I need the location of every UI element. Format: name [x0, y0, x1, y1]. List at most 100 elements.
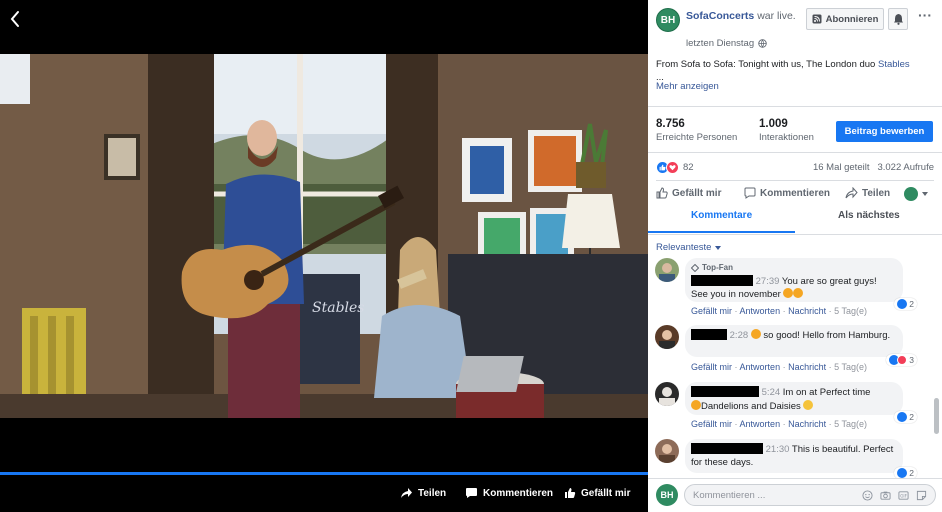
follow-label: Abonnieren: [825, 13, 879, 25]
post-body-text: From Sofa to Sofa: Tonight with us, The …: [656, 59, 878, 70]
comment-message-link[interactable]: Nachricht: [788, 419, 826, 429]
comment-like-link[interactable]: Gefällt mir: [691, 306, 732, 316]
commenter-avatar[interactable]: [655, 258, 679, 282]
comment-timestamp[interactable]: 27:39: [756, 276, 780, 287]
chevron-down-icon: [922, 192, 928, 196]
smile-emoji-icon: [803, 399, 814, 410]
comment-item: Top-Fan 27:39 You are so great guys! See…: [655, 258, 917, 318]
video-like-label: Gefällt mir: [581, 487, 631, 499]
shares-count[interactable]: 16 Mal geteilt: [813, 162, 870, 173]
redacted-name: [691, 443, 763, 454]
divider: [656, 180, 934, 181]
chevron-down-icon: [715, 245, 722, 250]
globe-icon: [758, 39, 767, 48]
comment-reaction-count[interactable]: 2: [894, 298, 917, 310]
commenter-avatar[interactable]: [655, 382, 679, 406]
post-timestamp[interactable]: letzten Dienstag: [686, 38, 754, 49]
composer-avatar[interactable]: BH: [656, 484, 678, 506]
comment-item: 5:24 Im on at Perfect time Dandelions an…: [655, 382, 917, 434]
comment-bubble-icon: [466, 488, 477, 498]
like-reaction-icon: [897, 412, 908, 422]
reaction-number: 3: [909, 355, 914, 365]
comment-reaction-count[interactable]: 2: [894, 411, 917, 423]
sticker-icon[interactable]: [916, 490, 927, 501]
comment-age[interactable]: 5 Tag(e): [834, 362, 867, 372]
comment-like-link[interactable]: Gefällt mir: [691, 362, 732, 372]
commenter-avatar[interactable]: [655, 325, 679, 349]
like-button[interactable]: Gefällt mir: [656, 187, 721, 199]
video-frame[interactable]: Stables: [0, 54, 648, 418]
comment-message-link[interactable]: Nachricht: [788, 306, 826, 316]
page-avatar[interactable]: BH: [656, 8, 680, 32]
badge-label: Top-Fan: [702, 263, 733, 272]
follow-button[interactable]: Abonnieren: [806, 8, 884, 30]
comments-scrollbar[interactable]: [934, 398, 939, 434]
top-fan-badge: Top-Fan: [691, 262, 895, 275]
camera-icon[interactable]: [880, 490, 891, 501]
bell-icon: [893, 14, 903, 25]
commenter-avatar[interactable]: [655, 439, 679, 463]
comment-timestamp[interactable]: 5:24: [762, 387, 781, 398]
divider: [648, 106, 942, 107]
progress-bar[interactable]: [0, 472, 648, 475]
video-share-label: Teilen: [418, 487, 447, 499]
comment-bubble-icon: [744, 187, 756, 199]
like-reaction-icon: [897, 468, 908, 478]
back-chevron-icon[interactable]: [6, 8, 24, 30]
comment-age[interactable]: 5 Tag(e): [834, 306, 867, 316]
reaction-number: 2: [909, 412, 914, 422]
post-action-row: Gefällt mir Kommentieren Teilen: [648, 184, 942, 206]
comment-reaction-count[interactable]: 3: [886, 354, 917, 366]
page-avatar-small: [904, 187, 918, 201]
heart-eyes-emoji-icon: [750, 329, 761, 339]
love-reaction-icon: [897, 355, 908, 365]
gif-icon[interactable]: GIF: [898, 490, 909, 501]
tab-comments[interactable]: Kommentare: [691, 210, 752, 221]
comment-timestamp[interactable]: 2:28: [730, 330, 749, 341]
reactions-row[interactable]: 82 16 Mal geteilt 3.022 Aufrufe: [656, 160, 934, 174]
see-more-link[interactable]: Mehr anzeigen: [656, 81, 719, 92]
stables-link[interactable]: Stables: [878, 59, 910, 70]
thumbs-up-icon: [565, 488, 576, 498]
comment-age[interactable]: 5 Tag(e): [834, 419, 867, 429]
notification-bell-button[interactable]: [888, 8, 908, 30]
comment-actions: Gefällt mir · Antworten · Nachricht · 5 …: [691, 306, 867, 316]
video-comment-button[interactable]: Kommentieren: [465, 482, 553, 504]
views-count: 3.022 Aufrufe: [877, 161, 934, 173]
interactions-value: 1.009: [759, 118, 788, 130]
video-player[interactable]: Stables Teilen Kommentieren Gefällt mir: [0, 0, 648, 512]
comment-reply-link[interactable]: Antworten: [740, 306, 781, 316]
share-button[interactable]: Teilen: [845, 187, 890, 199]
comment-timestamp[interactable]: 21:30: [766, 444, 790, 455]
comment-item: 21:30 This is beautiful. Perfect for the…: [655, 439, 917, 479]
video-like-button[interactable]: Gefällt mir: [564, 482, 630, 504]
comment-sort-dropdown[interactable]: Relevanteste: [656, 242, 722, 253]
comment-label: Kommentieren: [760, 187, 831, 199]
comment-reply-link[interactable]: Antworten: [740, 419, 781, 429]
share-arrow-icon: [401, 488, 412, 498]
comment-composer: BH Kommentieren ... GIF: [648, 478, 942, 512]
video-controls: Teilen Kommentieren Gefällt mir: [0, 476, 648, 512]
active-tab-indicator: [648, 231, 795, 233]
post-time-row: letzten Dienstag: [686, 38, 767, 49]
comment-text-line2: Dandelions and Daisies: [701, 400, 801, 412]
thumbs-up-icon: [656, 187, 668, 199]
redacted-name: [691, 329, 727, 340]
emoji-icon[interactable]: [862, 490, 873, 501]
reach-stat: 8.756 Erreichte Personen: [656, 117, 737, 145]
post-header: SofaConcerts war live.: [686, 9, 806, 24]
comment-input[interactable]: Kommentieren ... GIF: [684, 484, 936, 506]
comment-message-link[interactable]: Nachricht: [788, 362, 826, 372]
tab-up-next[interactable]: Als nächstes: [838, 210, 900, 221]
reach-label: Erreichte Personen: [656, 132, 738, 143]
boost-post-button[interactable]: Beitrag bewerben: [836, 121, 933, 142]
page-name-link[interactable]: SofaConcerts: [686, 10, 754, 22]
comment-like-link[interactable]: Gefällt mir: [691, 419, 732, 429]
comment-reply-link[interactable]: Antworten: [740, 362, 781, 372]
video-share-button[interactable]: Teilen: [400, 482, 446, 504]
more-options-icon[interactable]: ···: [918, 8, 934, 26]
comment-button[interactable]: Kommentieren: [744, 187, 830, 199]
divider: [648, 152, 942, 153]
post-as-selector[interactable]: [904, 187, 933, 201]
reach-value: 8.756: [656, 118, 685, 130]
